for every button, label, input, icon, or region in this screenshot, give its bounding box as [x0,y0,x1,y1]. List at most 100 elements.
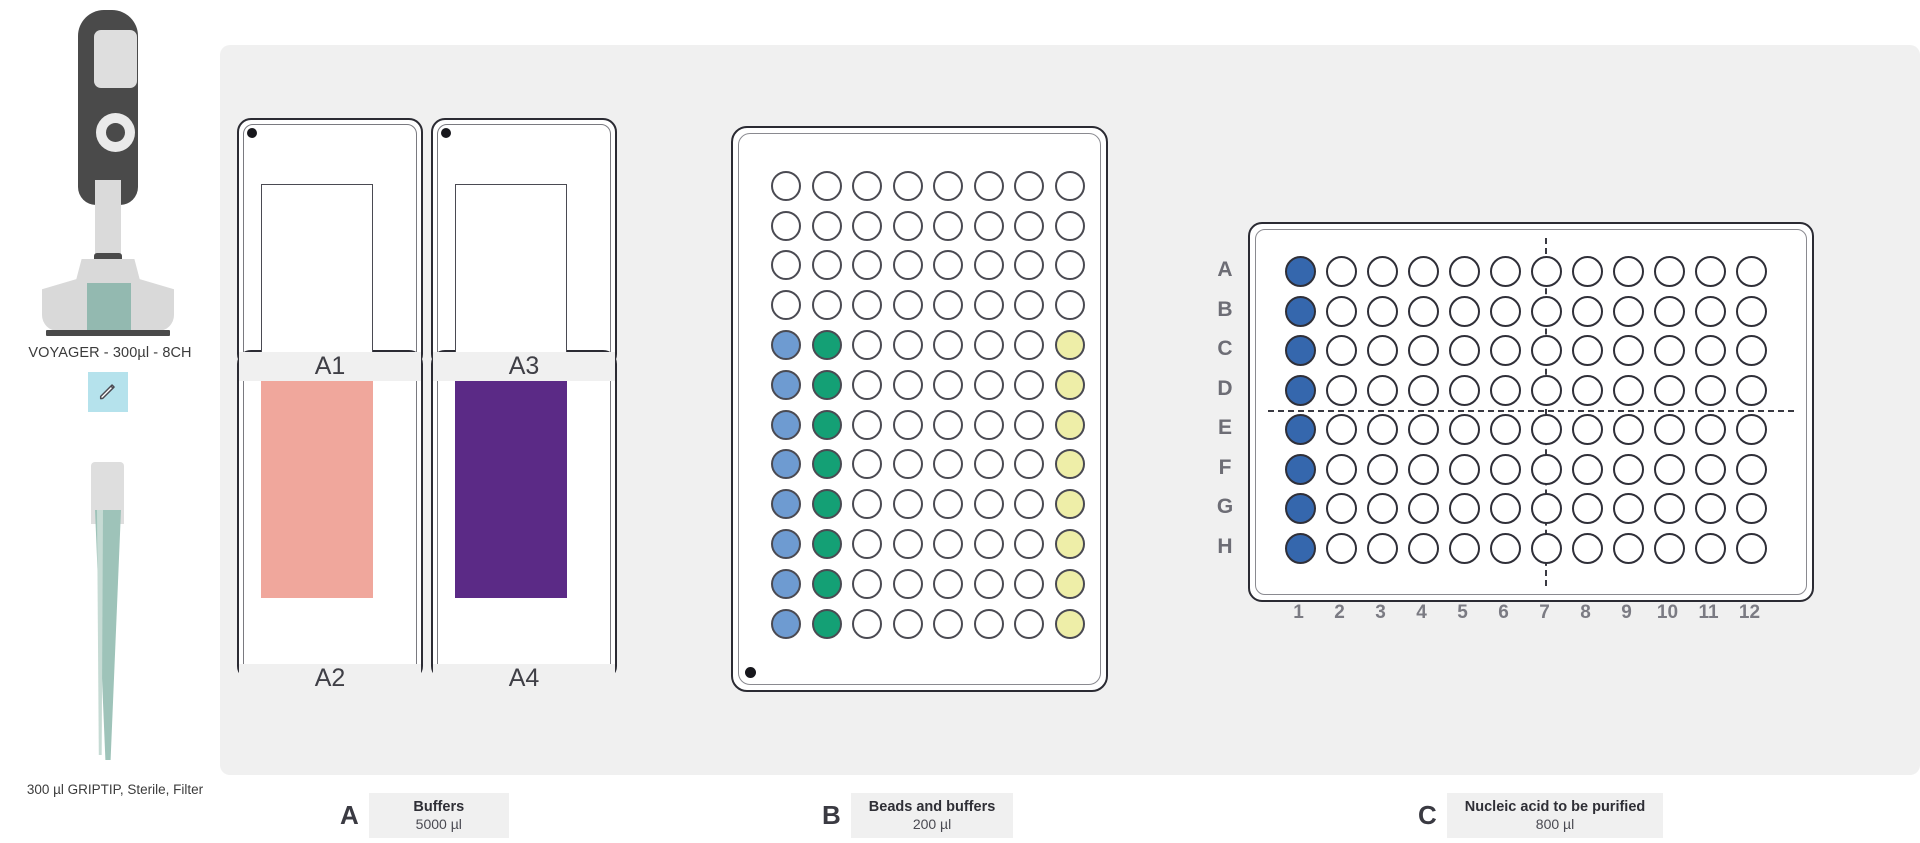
well-b-r5-c6[interactable] [973,330,1004,361]
reservoir-a1[interactable]: A1 [237,118,423,381]
well-c-B5[interactable] [1449,295,1480,327]
well-b-r3-c3[interactable] [852,250,883,281]
well-b-r7-c1[interactable] [771,409,802,440]
well-b-r9-c4[interactable] [892,489,923,520]
well-b-r5-c7[interactable] [1014,330,1045,361]
well-c-C3[interactable] [1367,335,1398,367]
well-c-F8[interactable] [1572,453,1603,485]
well-b-r9-c6[interactable] [973,489,1004,520]
well-b-r2-c6[interactable] [973,210,1004,241]
well-b-r7-c2[interactable] [811,409,842,440]
well-b-r11-c4[interactable] [892,568,923,599]
well-b-r6-c6[interactable] [973,369,1004,400]
well-b-r8-c1[interactable] [771,449,802,480]
well-b-r3-c8[interactable] [1054,250,1085,281]
reservoir-a4[interactable]: A4 [431,350,617,693]
well-b-r6-c2[interactable] [811,369,842,400]
well-c-B12[interactable] [1736,295,1767,327]
well-b-r1-c8[interactable] [1054,170,1085,201]
well-c-F5[interactable] [1449,453,1480,485]
well-c-G2[interactable] [1326,493,1357,525]
well-c-H6[interactable] [1490,532,1521,564]
well-b-r9-c5[interactable] [933,489,964,520]
well-b-r12-c4[interactable] [892,608,923,639]
well-b-r4-c8[interactable] [1054,290,1085,321]
well-c-E11[interactable] [1695,414,1726,446]
well-c-E12[interactable] [1736,414,1767,446]
well-b-r4-c6[interactable] [973,290,1004,321]
well-c-C7[interactable] [1531,335,1562,367]
well-b-r9-c7[interactable] [1014,489,1045,520]
well-c-G4[interactable] [1408,493,1439,525]
well-b-r6-c4[interactable] [892,369,923,400]
well-c-E2[interactable] [1326,414,1357,446]
well-c-C4[interactable] [1408,335,1439,367]
well-b-r4-c1[interactable] [771,290,802,321]
well-c-B2[interactable] [1326,295,1357,327]
well-c-C8[interactable] [1572,335,1603,367]
well-c-F9[interactable] [1613,453,1644,485]
well-c-D11[interactable] [1695,374,1726,406]
well-c-G5[interactable] [1449,493,1480,525]
well-b-r6-c8[interactable] [1054,369,1085,400]
well-c-F6[interactable] [1490,453,1521,485]
well-c-E7[interactable] [1531,414,1562,446]
well-b-r10-c3[interactable] [852,529,883,560]
well-c-C11[interactable] [1695,335,1726,367]
position-b-deepwell-plate[interactable] [731,126,1108,692]
well-c-F11[interactable] [1695,453,1726,485]
well-b-r2-c4[interactable] [892,210,923,241]
well-b-r9-c1[interactable] [771,489,802,520]
well-b-r5-c4[interactable] [892,330,923,361]
well-c-B9[interactable] [1613,295,1644,327]
well-c-A12[interactable] [1736,256,1767,288]
well-c-B10[interactable] [1654,295,1685,327]
well-b-r10-c7[interactable] [1014,529,1045,560]
well-b-r9-c8[interactable] [1054,489,1085,520]
well-b-r2-c1[interactable] [771,210,802,241]
well-b-r7-c4[interactable] [892,409,923,440]
well-c-A6[interactable] [1490,256,1521,288]
well-b-r1-c3[interactable] [852,170,883,201]
well-b-r4-c3[interactable] [852,290,883,321]
well-c-F2[interactable] [1326,453,1357,485]
well-c-D6[interactable] [1490,374,1521,406]
well-b-r8-c6[interactable] [973,449,1004,480]
well-c-H10[interactable] [1654,532,1685,564]
well-b-r3-c1[interactable] [771,250,802,281]
well-c-E6[interactable] [1490,414,1521,446]
well-b-r5-c5[interactable] [933,330,964,361]
well-b-r11-c7[interactable] [1014,568,1045,599]
well-c-A7[interactable] [1531,256,1562,288]
well-b-r4-c2[interactable] [811,290,842,321]
well-b-r9-c3[interactable] [852,489,883,520]
well-c-B1[interactable] [1285,295,1316,327]
well-b-r5-c8[interactable] [1054,330,1085,361]
well-c-B11[interactable] [1695,295,1726,327]
well-b-r11-c3[interactable] [852,568,883,599]
well-b-r1-c7[interactable] [1014,170,1045,201]
well-c-C6[interactable] [1490,335,1521,367]
well-b-r2-c2[interactable] [811,210,842,241]
well-c-G7[interactable] [1531,493,1562,525]
well-b-r1-c6[interactable] [973,170,1004,201]
well-c-D2[interactable] [1326,374,1357,406]
well-c-C2[interactable] [1326,335,1357,367]
well-c-F7[interactable] [1531,453,1562,485]
well-b-r5-c2[interactable] [811,330,842,361]
well-b-r8-c4[interactable] [892,449,923,480]
well-b-r3-c2[interactable] [811,250,842,281]
well-c-H4[interactable] [1408,532,1439,564]
well-c-D12[interactable] [1736,374,1767,406]
well-c-A9[interactable] [1613,256,1644,288]
legend-b-box[interactable]: Beads and buffers 200 µl [850,793,1014,838]
well-b-r5-c1[interactable] [771,330,802,361]
well-b-r1-c1[interactable] [771,170,802,201]
well-c-A1[interactable] [1285,256,1316,288]
well-c-B6[interactable] [1490,295,1521,327]
well-c-B7[interactable] [1531,295,1562,327]
well-b-r6-c7[interactable] [1014,369,1045,400]
well-b-r7-c8[interactable] [1054,409,1085,440]
well-c-A8[interactable] [1572,256,1603,288]
reservoir-a2[interactable]: A2 [237,350,423,693]
